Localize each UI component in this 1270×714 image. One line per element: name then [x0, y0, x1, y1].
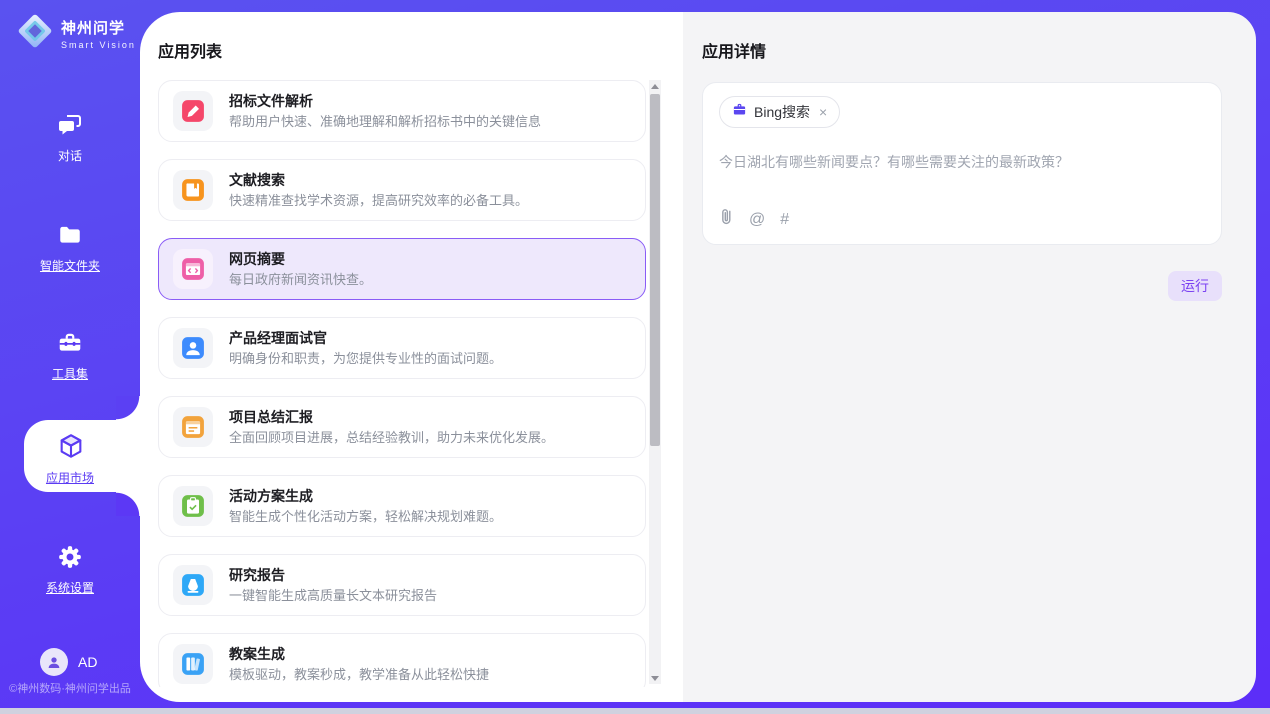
tool-chip-bing-search[interactable]: Bing搜索 ×: [719, 96, 840, 128]
sidebar-item-1[interactable]: 对话: [0, 112, 140, 164]
app-title: 文献搜索: [229, 171, 528, 189]
person-icon: [173, 328, 213, 368]
sidebar-item-label: 工具集: [0, 365, 140, 382]
sidebar-item-label: 应用市场: [0, 469, 140, 486]
sidebar-item-label: 对话: [0, 147, 140, 164]
folder-icon: [57, 222, 83, 248]
bubble-fillet-top: [116, 396, 140, 420]
app-card-6[interactable]: 活动方案生成智能生成个性化活动方案，轻松解决规划难题。: [158, 475, 646, 537]
app-card-3[interactable]: 网页摘要每日政府新闻资讯快查。: [158, 238, 646, 300]
app-title: 网页摘要: [229, 250, 372, 268]
attachment-icon[interactable]: [719, 207, 734, 232]
app-description: 智能生成个性化活动方案，轻松解决规划难题。: [229, 508, 502, 525]
app-description: 每日政府新闻资讯快查。: [229, 271, 372, 288]
toolbox-icon: [57, 330, 83, 356]
app-detail-title: 应用详情: [702, 38, 766, 62]
app-description: 一键智能生成高质量长文本研究报告: [229, 587, 437, 604]
user-profile[interactable]: AD: [40, 648, 97, 676]
query-text-input[interactable]: 今日湖北有哪些新闻要点？有哪些需要关注的最新政策？: [719, 152, 1205, 172]
app-card-8[interactable]: 教案生成模板驱动，教案秒成，教学准备从此轻松快捷: [158, 633, 646, 687]
sidebar-item-label: 智能文件夹: [0, 257, 140, 274]
sidebar-item-5[interactable]: 系统设置: [0, 544, 140, 596]
app-description: 明确身份和职责，为您提供专业性的面试问题。: [229, 350, 502, 367]
gear-icon: [57, 544, 83, 570]
books-icon: [173, 644, 213, 684]
pen-icon: [173, 91, 213, 131]
app-card-5[interactable]: 项目总结汇报全面回顾项目进展，总结经验教训，助力未来优化发展。: [158, 396, 646, 458]
app-title: 研究报告: [229, 566, 437, 584]
scroll-down-arrow-icon[interactable]: [649, 672, 661, 684]
app-title: 教案生成: [229, 645, 489, 663]
app-description: 模板驱动，教案秒成，教学准备从此轻松快捷: [229, 666, 489, 683]
prompt-input-card[interactable]: Bing搜索 × 今日湖北有哪些新闻要点？有哪些需要关注的最新政策？ @ #: [702, 82, 1222, 245]
browser-icon: [173, 249, 213, 289]
bubble-fillet-bottom: [116, 492, 140, 516]
user-name: AD: [78, 654, 97, 670]
app-card-4[interactable]: 产品经理面试官明确身份和职责，为您提供专业性的面试问题。: [158, 317, 646, 379]
list-scrollbar[interactable]: [649, 80, 661, 684]
sidebar: 神州问学 Smart Vision 对话智能文件夹工具集应用市场系统设置 AD …: [0, 0, 140, 708]
briefcase-icon: [732, 102, 747, 122]
topic-icon[interactable]: #: [780, 210, 789, 230]
book-icon: [173, 170, 213, 210]
app-list-title: 应用列表: [158, 38, 222, 62]
avatar-icon: [40, 648, 68, 676]
chip-close-icon[interactable]: ×: [819, 104, 827, 120]
sidebar-item-2[interactable]: 智能文件夹: [0, 222, 140, 274]
sidebar-item-label: 系统设置: [0, 579, 140, 596]
brand-diamond-icon: [16, 12, 54, 55]
app-title: 招标文件解析: [229, 92, 541, 110]
brand-logo: 神州问学 Smart Vision: [16, 12, 136, 55]
app-description: 快速精准查找学术资源，提高研究效率的必备工具。: [229, 192, 528, 209]
mention-icon[interactable]: @: [749, 210, 765, 230]
app-title: 项目总结汇报: [229, 408, 554, 426]
clipboard-icon: [173, 486, 213, 526]
app-card-7[interactable]: 研究报告一键智能生成高质量长文本研究报告: [158, 554, 646, 616]
app-description: 帮助用户快速、准确地理解和解析招标书中的关键信息: [229, 113, 541, 130]
report-icon: [173, 565, 213, 605]
sidebar-item-3[interactable]: 工具集: [0, 330, 140, 382]
brand-name: 神州问学: [61, 20, 125, 37]
app-card-2[interactable]: 文献搜索快速精准查找学术资源，提高研究效率的必备工具。: [158, 159, 646, 221]
scroll-up-arrow-icon[interactable]: [649, 80, 661, 92]
scrollbar-thumb[interactable]: [650, 94, 660, 446]
app-card-1[interactable]: 招标文件解析帮助用户快速、准确地理解和解析招标书中的关键信息: [158, 80, 646, 142]
run-button[interactable]: 运行: [1168, 271, 1222, 301]
tool-chip-label: Bing搜索: [754, 102, 810, 122]
app-title: 产品经理面试官: [229, 329, 502, 347]
copyright-text: ©神州数码·神州问学出品: [0, 680, 140, 696]
app-detail-panel: 应用详情 Bing搜索 × 今日湖北有哪些新闻要点？有哪些需要关注的最新政策？ …: [683, 12, 1256, 702]
app-description: 全面回顾项目进展，总结经验教训，助力未来优化发展。: [229, 429, 554, 446]
app-title: 活动方案生成: [229, 487, 502, 505]
calendar-icon: [173, 407, 213, 447]
brand-subtitle: Smart Vision: [61, 40, 136, 50]
sidebar-item-4[interactable]: 应用市场: [0, 432, 140, 486]
app-list-panel: 应用列表 招标文件解析帮助用户快速、准确地理解和解析招标书中的关键信息文献搜索快…: [140, 12, 683, 702]
app-list: 招标文件解析帮助用户快速、准确地理解和解析招标书中的关键信息文献搜索快速精准查找…: [158, 80, 646, 687]
cube-icon: [57, 432, 83, 458]
bottom-edge-strip: [0, 708, 1270, 714]
chat-icon: [57, 112, 83, 138]
